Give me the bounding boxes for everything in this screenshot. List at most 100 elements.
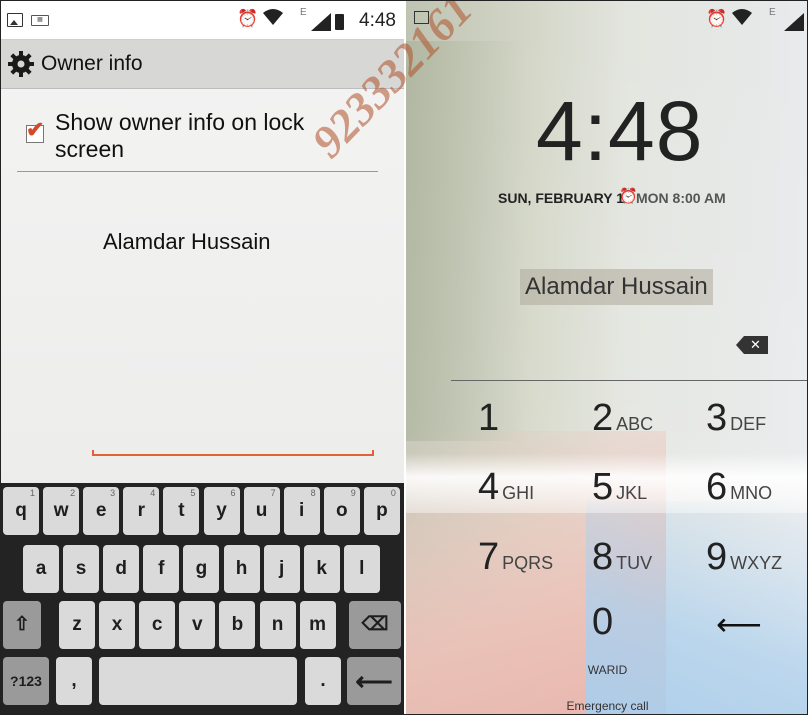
- key-letter: i: [299, 500, 305, 521]
- key-letter: y: [216, 500, 227, 521]
- symbols-key[interactable]: ?123: [3, 657, 49, 705]
- key-p[interactable]: 0p: [363, 487, 400, 535]
- key-n[interactable]: n: [259, 601, 296, 649]
- key-number-hint: 2: [70, 488, 76, 498]
- key-t[interactable]: 5t: [163, 487, 200, 535]
- pin-letters: MNO: [730, 483, 773, 503]
- lock-date: SUN, FEBRUARY 1: [498, 190, 625, 206]
- pin-key-5[interactable]: 5 JKL: [592, 466, 647, 509]
- space-bar[interactable]: [99, 657, 297, 705]
- key-b[interactable]: b: [219, 601, 256, 649]
- pin-digit: 1: [478, 397, 500, 439]
- key-l[interactable]: l: [343, 545, 380, 593]
- comma-key[interactable]: ,: [56, 657, 92, 705]
- key-a[interactable]: a: [23, 545, 59, 593]
- pin-letters: PQRS: [502, 553, 554, 573]
- key-q[interactable]: 1q: [3, 487, 39, 535]
- app-bar: Owner info: [1, 40, 404, 89]
- key-f[interactable]: f: [143, 545, 180, 593]
- key-letter: e: [95, 500, 107, 521]
- show-owner-info-checkbox[interactable]: ✔: [26, 117, 44, 143]
- pin-letters: TUV: [616, 553, 653, 573]
- key-k[interactable]: k: [303, 545, 340, 593]
- pin-digit: 4: [478, 466, 500, 508]
- key-u[interactable]: 7u: [243, 487, 280, 535]
- key-letter: t: [178, 500, 185, 521]
- key-number-hint: 1: [29, 488, 35, 498]
- owner-info-text: Alamdar Hussain: [520, 269, 713, 305]
- key-z[interactable]: z: [59, 601, 95, 649]
- key-letter: q: [15, 500, 27, 521]
- delete-key[interactable]: ⌫: [349, 601, 401, 649]
- pin-key-3[interactable]: 3 DEF: [706, 397, 766, 440]
- pin-digit: 5: [592, 466, 614, 508]
- lock-screen: ⏰ E 4:48 SUN, FEBRUARY 1 ⏰ MON 8:00 AM A…: [406, 1, 807, 714]
- pin-key-8[interactable]: 8 TUV: [592, 536, 652, 579]
- key-m[interactable]: m: [299, 601, 336, 649]
- key-letter: u: [255, 500, 268, 521]
- lock-clock: 4:48: [536, 84, 704, 178]
- key-i[interactable]: 8i: [283, 487, 320, 535]
- key-w[interactable]: 2w: [43, 487, 80, 535]
- key-number-hint: 8: [310, 488, 316, 498]
- network-type: E: [300, 7, 307, 18]
- keyboard-notification-icon: ▦: [31, 15, 49, 26]
- pin-digit: 0: [592, 601, 614, 643]
- pin-letters: DEF: [730, 414, 767, 434]
- key-h[interactable]: h: [223, 545, 260, 593]
- pin-key-7[interactable]: 7 PQRS: [478, 536, 553, 579]
- wallpaper-shade: [406, 41, 526, 441]
- text-field-underline[interactable]: [92, 450, 374, 456]
- battery-icon: [335, 14, 344, 30]
- pin-digit: 3: [706, 397, 728, 439]
- soft-keyboard: 1 q 2 w 3 e 4 r 5 t 6 y 7 u 8 i 9 o 0 p a s d f g h j k l ⇧ z x c v b n m ⌫ ?1…: [1, 483, 404, 714]
- pin-key-6[interactable]: 6 MNO: [706, 466, 772, 509]
- status-bar: ▦ ⏰ E 4:48: [1, 1, 404, 40]
- pin-digit: 2: [592, 397, 614, 439]
- key-s[interactable]: s: [63, 545, 100, 593]
- shift-key[interactable]: ⇧: [3, 601, 41, 649]
- key-c[interactable]: c: [139, 601, 176, 649]
- enter-key[interactable]: ⟵: [347, 657, 401, 705]
- close-icon: ✕: [750, 337, 761, 352]
- pin-key-4[interactable]: 4 GHI: [478, 466, 534, 509]
- pin-key-2[interactable]: 2 ABC: [592, 397, 653, 440]
- key-letter: o: [335, 500, 348, 521]
- key-x[interactable]: x: [99, 601, 136, 649]
- pin-key-1[interactable]: 1: [478, 397, 502, 440]
- period-key[interactable]: .: [305, 657, 341, 705]
- key-y[interactable]: 6y: [203, 487, 240, 535]
- screenshot-frame: ▦ ⏰ E 4:48 Owner info ✔ Show owner info …: [0, 0, 808, 715]
- pin-enter-button[interactable]: ⟵: [716, 605, 762, 643]
- image-notification-icon: [7, 13, 23, 27]
- owner-info-input-text[interactable]: Alamdar Hussain: [103, 229, 271, 255]
- key-o[interactable]: 9o: [323, 487, 360, 535]
- key-number-hint: 5: [190, 488, 196, 498]
- wifi-icon: [731, 8, 753, 31]
- status-time: 4:48: [359, 10, 396, 31]
- gear-icon[interactable]: [7, 50, 35, 78]
- key-e[interactable]: 3e: [83, 487, 120, 535]
- pin-digit: 9: [706, 536, 728, 578]
- pin-key-0[interactable]: 0: [592, 601, 616, 644]
- key-number-hint: 7: [270, 488, 276, 498]
- key-d[interactable]: d: [103, 545, 140, 593]
- key-j[interactable]: j: [263, 545, 300, 593]
- key-number-hint: 0: [390, 488, 396, 498]
- alarm-icon: ⏰: [619, 188, 638, 205]
- pin-key-9[interactable]: 9 WXYZ: [706, 536, 782, 579]
- pin-digit: 8: [592, 536, 614, 578]
- key-r[interactable]: 4r: [123, 487, 160, 535]
- page-title: Owner info: [41, 52, 143, 75]
- pin-letters: GHI: [502, 483, 535, 503]
- signal-icon: [311, 13, 331, 31]
- pin-digit: 6: [706, 466, 728, 508]
- key-number-hint: 6: [230, 488, 236, 498]
- key-v[interactable]: v: [179, 601, 216, 649]
- pin-delete-button[interactable]: ✕: [736, 336, 768, 354]
- key-g[interactable]: g: [183, 545, 220, 593]
- pin-letters: WXYZ: [730, 553, 783, 573]
- carrier-label: WARID: [587, 663, 628, 677]
- next-alarm: MON 8:00 AM: [636, 190, 726, 206]
- emergency-call-button[interactable]: Emergency call: [406, 699, 807, 713]
